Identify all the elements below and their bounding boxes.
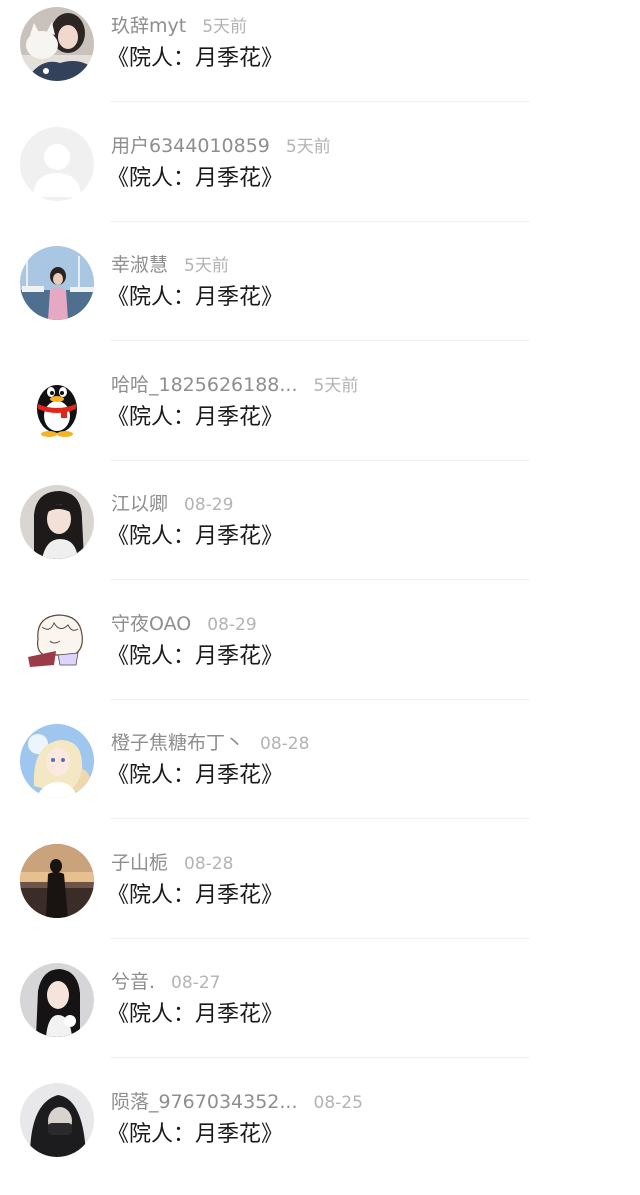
comment-item[interactable]: 守夜OAO 08-29 《院人：月季花》 <box>0 598 640 718</box>
avatar-anime-girl-icon <box>20 724 94 798</box>
qq-penguin-avatar-icon <box>20 366 94 440</box>
divider <box>110 340 530 341</box>
comment-text: 《院人：月季花》 <box>107 163 283 195</box>
comment-item[interactable]: 子山栀 08-28 《院人：月季花》 <box>0 837 640 957</box>
comment-item[interactable]: 江以卿 08-29 《院人：月季花》 <box>0 478 640 598</box>
username[interactable]: 江以卿 <box>111 493 168 515</box>
divider <box>110 101 530 102</box>
comment-item[interactable]: 玖辞myt 5天前 《院人：月季花》 <box>0 0 640 120</box>
divider <box>110 818 530 819</box>
comment-text: 《院人：月季花》 <box>107 282 283 314</box>
avatar[interactable] <box>20 605 94 679</box>
comment-text: 《院人：月季花》 <box>107 641 283 673</box>
comment-item[interactable]: 兮音. 08-27 《院人：月季花》 <box>0 956 640 1076</box>
divider <box>110 938 530 939</box>
timestamp: 08-27 <box>171 973 220 993</box>
username[interactable]: 橙子焦糖布丁丶 <box>111 732 244 754</box>
avatar[interactable] <box>20 963 94 1037</box>
comment-item[interactable]: 幸淑慧 5天前 《院人：月季花》 <box>0 239 640 359</box>
comment-text: 《院人：月季花》 <box>107 402 283 434</box>
avatar-girl-dark-hair-icon <box>20 485 94 559</box>
username[interactable]: 用户6344010859 <box>111 135 270 157</box>
divider <box>110 699 530 700</box>
avatar[interactable] <box>20 724 94 798</box>
avatar-hooded-person-icon <box>20 1083 94 1157</box>
timestamp: 5天前 <box>286 137 331 157</box>
username[interactable]: 兮音. <box>111 971 155 993</box>
avatar-girl-with-cat-icon <box>20 7 94 81</box>
comment-text: 《院人：月季花》 <box>107 880 283 912</box>
timestamp: 5天前 <box>314 376 359 396</box>
timestamp: 08-29 <box>184 495 233 515</box>
username[interactable]: 子山栀 <box>111 852 168 874</box>
comment-list: 玖辞myt 5天前 《院人：月季花》 用户6344010859 5天前 《院人：月季… <box>0 0 640 1195</box>
avatar[interactable] <box>20 127 94 201</box>
default-user-avatar-icon <box>20 127 94 201</box>
avatar[interactable] <box>20 246 94 320</box>
avatar-girl-black-hair-icon <box>20 963 94 1037</box>
avatar[interactable] <box>20 844 94 918</box>
timestamp: 08-29 <box>207 615 256 635</box>
avatar-girl-at-harbor-icon <box>20 246 94 320</box>
avatar-sketch-character-icon <box>20 605 94 679</box>
timestamp: 5天前 <box>184 256 229 276</box>
divider <box>110 460 530 461</box>
avatar[interactable] <box>20 366 94 440</box>
comment-text: 《院人：月季花》 <box>107 1119 283 1151</box>
username[interactable]: 玖辞myt <box>111 15 186 37</box>
username[interactable]: 陨落_9767034352... <box>111 1091 298 1113</box>
avatar-sunset-silhouette-icon <box>20 844 94 918</box>
timestamp: 5天前 <box>202 17 247 37</box>
comment-text: 《院人：月季花》 <box>107 521 283 553</box>
comment-text: 《院人：月季花》 <box>107 43 283 75</box>
avatar[interactable] <box>20 1083 94 1157</box>
comment-item[interactable]: 橙子焦糖布丁丶 08-28 《院人：月季花》 <box>0 717 640 837</box>
avatar[interactable] <box>20 485 94 559</box>
divider <box>110 221 530 222</box>
username[interactable]: 幸淑慧 <box>111 254 168 276</box>
comment-item[interactable]: 哈哈_1825626188... 5天前 《院人：月季花》 <box>0 359 640 479</box>
comment-item[interactable]: 陨落_9767034352... 08-25 《院人：月季花》 <box>0 1076 640 1195</box>
divider <box>110 1057 530 1058</box>
divider <box>110 579 530 580</box>
comment-text: 《院人：月季花》 <box>107 760 283 792</box>
timestamp: 08-25 <box>314 1093 363 1113</box>
avatar[interactable] <box>20 7 94 81</box>
comment-item[interactable]: 用户6344010859 5天前 《院人：月季花》 <box>0 120 640 240</box>
comment-text: 《院人：月季花》 <box>107 999 283 1031</box>
username[interactable]: 守夜OAO <box>111 613 191 635</box>
username[interactable]: 哈哈_1825626188... <box>111 374 298 396</box>
timestamp: 08-28 <box>184 854 233 874</box>
timestamp: 08-28 <box>260 734 309 754</box>
